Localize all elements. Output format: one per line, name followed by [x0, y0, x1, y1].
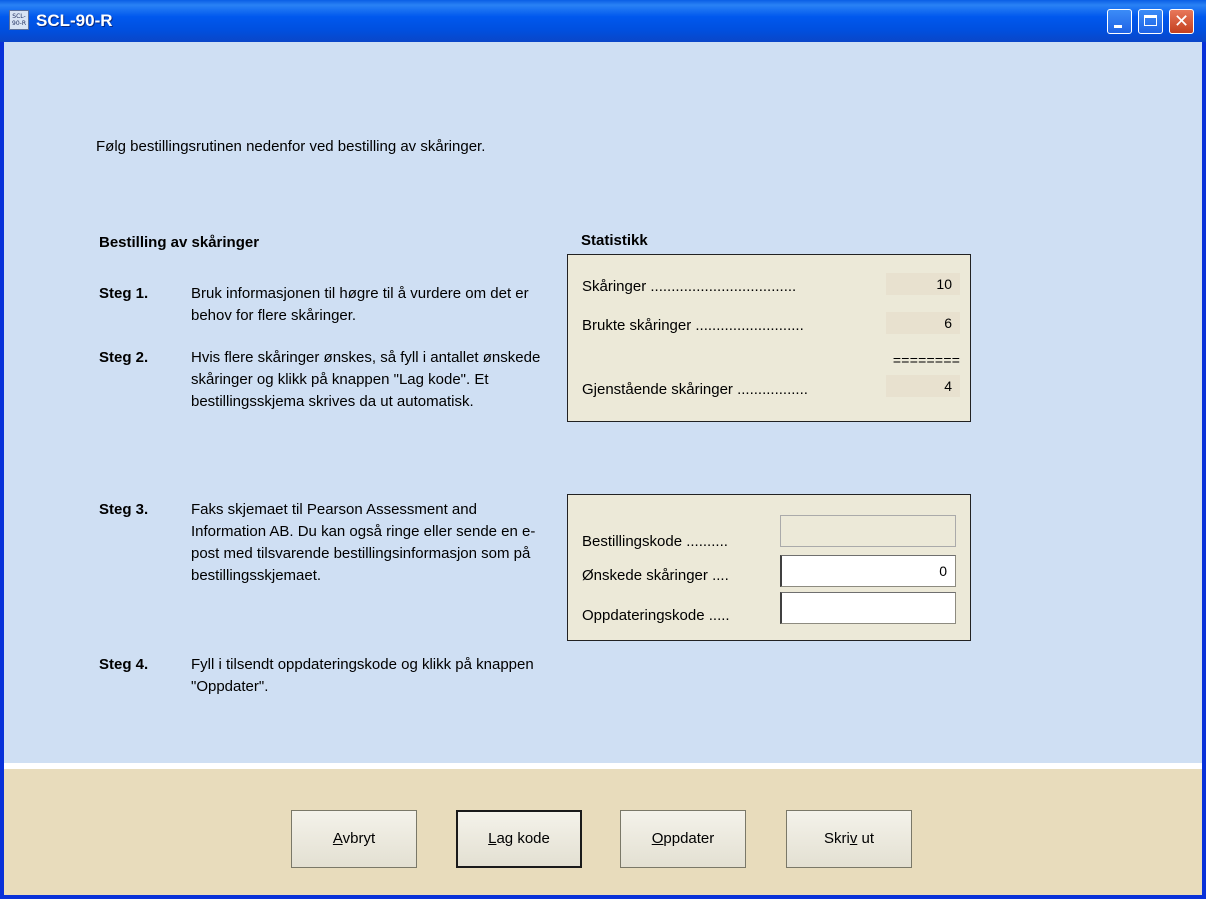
step-2-text: Hvis flere skåringer ønskes, så fyll i a…: [191, 349, 541, 410]
maximize-icon: [1144, 15, 1157, 26]
stat-value-remaining: 4: [886, 375, 960, 397]
step-2-label: Steg 2.: [99, 349, 149, 366]
make-code-button[interactable]: Lag kode: [456, 810, 582, 868]
ordering-heading: Bestilling av skåringer: [99, 234, 260, 251]
maximize-button[interactable]: [1138, 9, 1163, 34]
stat-value-used: 6: [886, 312, 960, 334]
cancel-mnemonic: A: [332, 830, 343, 847]
cancel-label-after: vbryt: [342, 830, 376, 847]
cancel-button[interactable]: Avbryt: [291, 810, 417, 868]
stat-separator: ========: [892, 354, 960, 370]
make-code-label-after: ag kode: [496, 830, 550, 847]
update-button[interactable]: Oppdater: [620, 810, 746, 868]
title-bar[interactable]: SCL-90-R SCL-90-R ✕: [0, 0, 1206, 42]
minimize-button[interactable]: [1107, 9, 1132, 34]
step-1-label: Steg 1.: [99, 285, 149, 302]
app-icon: SCL-90-R: [9, 10, 29, 30]
print-label-before: Skri: [823, 830, 850, 847]
window-title: SCL-90-R: [36, 11, 113, 30]
order-code-label: Bestillingskode ..........: [582, 533, 728, 550]
minimize-icon: [1114, 25, 1122, 28]
order-code-field: [780, 515, 956, 547]
desired-scorings-field[interactable]: 0: [780, 555, 956, 587]
print-button[interactable]: Skriv ut: [786, 810, 912, 868]
app-icon-text: SCL-90-R: [12, 13, 26, 27]
statistics-heading: Statistikk: [581, 232, 648, 249]
update-mnemonic: O: [651, 830, 664, 847]
stat-label-used: Brukte skåringer .......................…: [582, 317, 804, 334]
update-code-field[interactable]: [780, 592, 956, 624]
statistics-panel: Skåringer ..............................…: [567, 254, 971, 422]
step-4-text: Fyll i tilsendt oppdateringskode og klik…: [191, 656, 534, 695]
update-code-label: Oppdateringskode .....: [582, 607, 730, 624]
stat-value-scorings: 10: [886, 273, 960, 295]
step-4-label: Steg 4.: [99, 656, 149, 673]
print-label-after: ut: [857, 830, 875, 847]
desired-scorings-label: Ønskede skåringer ....: [582, 567, 729, 584]
stat-label-scorings: Skåringer ..............................…: [582, 278, 797, 295]
button-bar: [4, 769, 1202, 895]
update-label-after: ppdater: [663, 830, 715, 847]
order-panel: Bestillingskode .......... Ønskede skåri…: [567, 494, 971, 641]
step-3-text: Faks skjemaet til Pearson Assessment and…: [191, 501, 536, 584]
intro-text: Følg bestillingsrutinen nedenfor ved bes…: [96, 138, 486, 155]
close-button[interactable]: ✕: [1169, 9, 1194, 34]
window-bottom-edge: [0, 895, 1206, 899]
step-3-label: Steg 3.: [99, 501, 149, 518]
step-1-text: Bruk informasjonen til høgre til å vurde…: [191, 285, 529, 324]
app-window: SCL-90-R SCL-90-R ✕ Følg bestillingsruti…: [0, 0, 1206, 899]
close-icon: ✕: [1173, 11, 1190, 32]
stat-label-remaining: Gjenstående skåringer .................: [582, 381, 808, 398]
